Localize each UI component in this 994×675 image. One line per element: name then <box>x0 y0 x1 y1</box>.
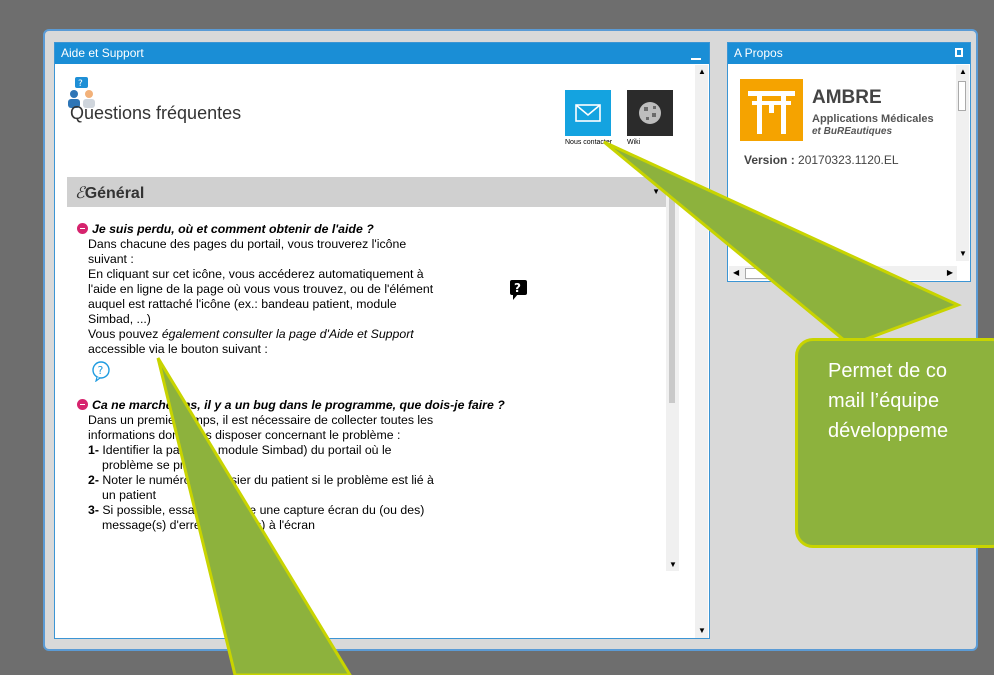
callout-tooltip: Permet de co mail l’équipe développeme <box>795 338 994 548</box>
callout-pointer-support <box>156 357 352 675</box>
callout-pointer-contact <box>603 140 962 347</box>
